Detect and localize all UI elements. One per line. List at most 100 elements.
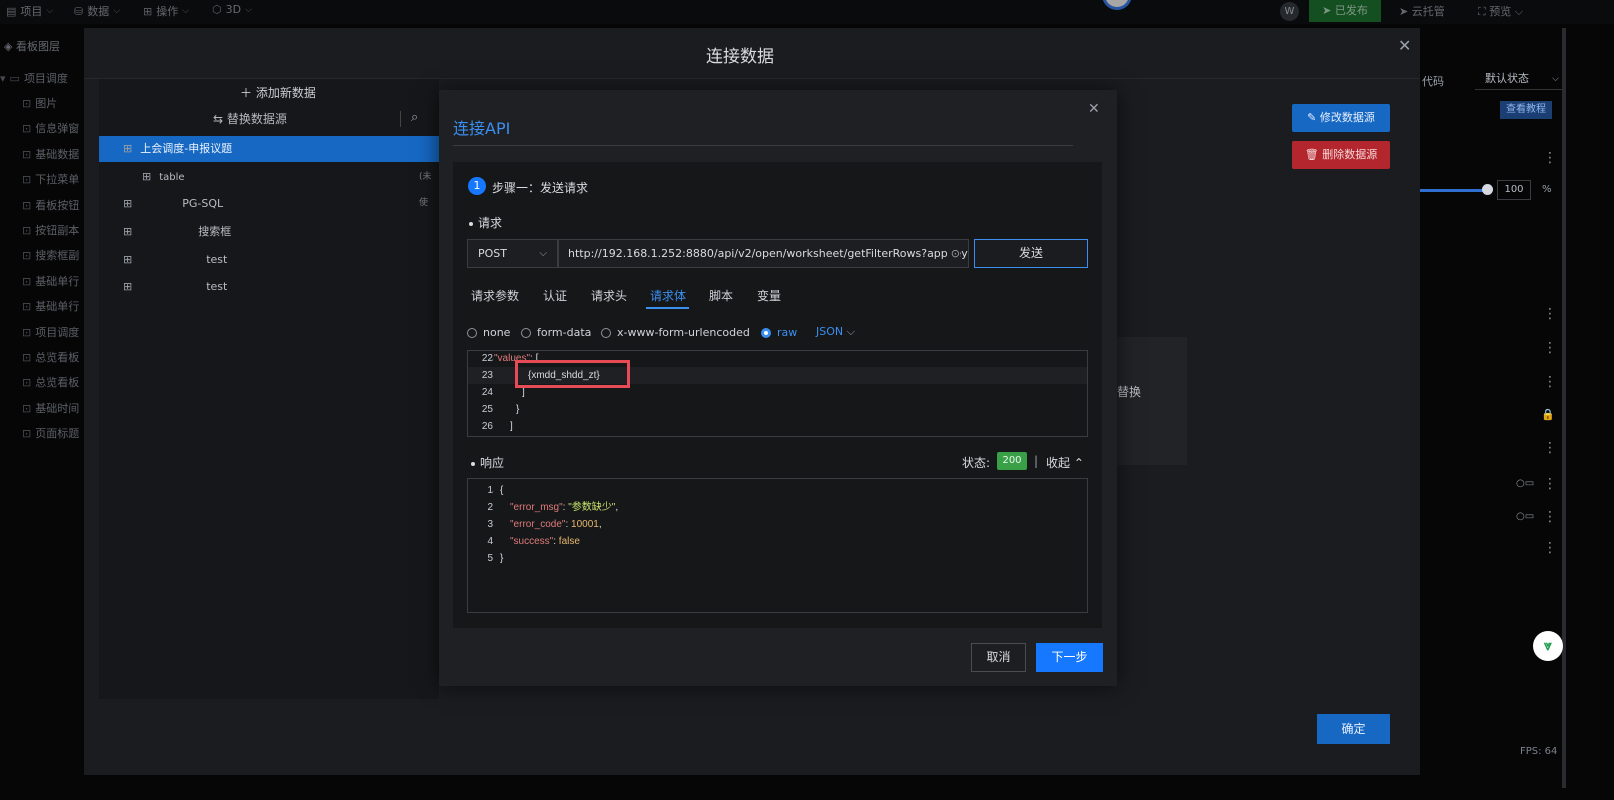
- source-item[interactable]: ⊞ test: [99, 274, 439, 300]
- request-section-label: 请求: [469, 214, 502, 231]
- source-item[interactable]: ⊞ 搜索框: [99, 219, 439, 245]
- code-text: "error_msg": "参数缺少",: [510, 502, 619, 513]
- edit-source-button[interactable]: ✎ 修改数据源: [1292, 104, 1390, 132]
- tab-params[interactable]: 请求参数: [471, 287, 519, 304]
- assistant-icon[interactable]: ⩔: [1533, 631, 1563, 661]
- modal-title: 连接API: [453, 119, 511, 138]
- status-label: 状态:: [962, 456, 991, 470]
- close-icon[interactable]: ✕: [1398, 36, 1411, 55]
- more-icon[interactable]: ⋮: [1543, 440, 1557, 456]
- code-text: {: [500, 485, 504, 496]
- radio-icon: [521, 327, 531, 338]
- line-number: 25: [481, 404, 493, 415]
- source-item[interactable]: ⊞ PG-SQL: [99, 191, 439, 217]
- source-item[interactable]: ⊞ 上会调度-申报议题: [99, 136, 439, 162]
- bullet-icon: [471, 461, 475, 466]
- line-number: 26: [481, 421, 493, 432]
- tutorial-button[interactable]: 查看教程: [1500, 101, 1552, 119]
- chevron-down-icon: ⌵: [843, 325, 855, 338]
- add-data-button[interactable]: ＋ 添加新数据: [240, 84, 316, 101]
- pencil-icon: ✎: [1307, 111, 1320, 124]
- line-number: 23: [481, 370, 493, 381]
- search-icon[interactable]: ⌕: [411, 110, 418, 125]
- method-select[interactable]: POST ⌵: [467, 239, 558, 268]
- swap-icon: ⇆: [213, 112, 227, 126]
- zoom-input[interactable]: 100: [1497, 180, 1531, 200]
- slider-handle[interactable]: [1482, 184, 1493, 195]
- bullet-icon: [469, 221, 473, 226]
- radio-none[interactable]: none: [467, 326, 510, 339]
- trash-icon: 🗑: [1304, 148, 1323, 161]
- line-number: 24: [481, 387, 493, 398]
- chevron-down-icon: ⌵: [1552, 74, 1559, 84]
- close-icon[interactable]: ✕: [1088, 101, 1100, 117]
- radio-selected-icon: [761, 327, 771, 338]
- plus-icon: ＋: [240, 86, 256, 100]
- radio-urlencoded[interactable]: x-www-form-urlencoded: [601, 326, 750, 339]
- table-icon: ⊞: [123, 253, 133, 266]
- radio-raw[interactable]: raw: [761, 326, 797, 339]
- url-input[interactable]: http://192.168.1.252:8880/api/v2/open/wo…: [558, 239, 969, 268]
- code-text: "success": false: [510, 536, 580, 547]
- code-text: }: [500, 553, 504, 564]
- more-icon[interactable]: ⋮: [1543, 540, 1557, 556]
- table-icon: ⊞: [123, 142, 133, 155]
- chevron-up-icon: ⌃: [1070, 456, 1084, 470]
- toggle-icon[interactable]: ○▭: [1516, 511, 1534, 522]
- default-state-select[interactable]: 默认状态 ⌵: [1475, 68, 1565, 90]
- collapse-button[interactable]: 收起 ⌃: [1046, 454, 1084, 471]
- switch-source-button[interactable]: ⇆ 替换数据源: [213, 110, 287, 127]
- response-viewer[interactable]: 1 ⌵{2 "error_msg": "参数缺少", 3 "error_code": 1…: [467, 478, 1088, 613]
- table-icon: ⊞: [142, 170, 152, 183]
- code-label: 代码: [1422, 75, 1444, 88]
- confirm-button[interactable]: 确定: [1317, 714, 1390, 744]
- more-icon[interactable]: ⋮: [1543, 509, 1557, 525]
- code-text: ]: [510, 421, 513, 432]
- code-line: 2 "error_msg": "参数缺少",: [468, 499, 1087, 516]
- background-panel: [1117, 337, 1187, 465]
- more-icon[interactable]: ⋮: [1543, 340, 1557, 356]
- line-number: 2: [487, 502, 493, 513]
- source-item[interactable]: ⊞ test: [99, 247, 439, 273]
- status-badge: 200: [997, 452, 1027, 470]
- code-text: }: [516, 404, 520, 415]
- replace-label: 替换: [1117, 385, 1142, 399]
- table-icon: ⊞: [123, 280, 133, 293]
- toggle-icon[interactable]: ○▭: [1516, 478, 1534, 489]
- fold-icon[interactable]: ⌵: [489, 482, 494, 499]
- radio-icon: [467, 327, 477, 338]
- active-tab-indicator: [646, 307, 689, 309]
- next-step-button[interactable]: 下一步: [1036, 643, 1103, 672]
- tab-variables[interactable]: 变量: [757, 287, 781, 304]
- modal-title: 连接数据: [706, 47, 774, 67]
- radio-icon: [601, 327, 611, 338]
- fps-counter: FPS: 64: [1520, 746, 1558, 757]
- step-number: 1: [468, 177, 486, 195]
- lock-icon[interactable]: 🔒: [1541, 408, 1555, 421]
- scrollbar[interactable]: [1562, 28, 1566, 788]
- chevron-down-icon: ⌵: [539, 248, 547, 259]
- tab-body[interactable]: 请求体: [650, 287, 686, 304]
- source-item[interactable]: ⊞ table (未使: [99, 164, 439, 208]
- code-line: 3 "error_code": 10001,: [468, 516, 1087, 533]
- send-button[interactable]: 发送: [974, 239, 1088, 268]
- tab-auth[interactable]: 认证: [543, 287, 567, 304]
- radio-form-data[interactable]: form-data: [521, 326, 591, 339]
- tab-headers[interactable]: 请求头: [591, 287, 627, 304]
- zoom-slider[interactable]: [1420, 189, 1486, 192]
- more-icon[interactable]: ⋮: [1543, 476, 1557, 492]
- tab-script[interactable]: 脚本: [709, 287, 733, 304]
- line-number: 3: [487, 519, 493, 530]
- percent-label: %: [1542, 184, 1552, 195]
- more-icon[interactable]: ⋮: [1543, 150, 1557, 166]
- delete-source-button[interactable]: 🗑 删除数据源: [1292, 141, 1390, 169]
- line-number: 5: [487, 553, 493, 564]
- table-icon: ⊞: [123, 225, 133, 238]
- cancel-button[interactable]: 取消: [971, 643, 1026, 672]
- more-icon[interactable]: ⋮: [1543, 306, 1557, 322]
- more-icon[interactable]: ⋮: [1543, 374, 1557, 390]
- check-circle-icon[interactable]: ⊙: [946, 240, 960, 267]
- format-select[interactable]: JSON ⌵: [816, 325, 855, 339]
- line-number: 4: [487, 536, 493, 547]
- code-line: 26]: [468, 418, 1087, 435]
